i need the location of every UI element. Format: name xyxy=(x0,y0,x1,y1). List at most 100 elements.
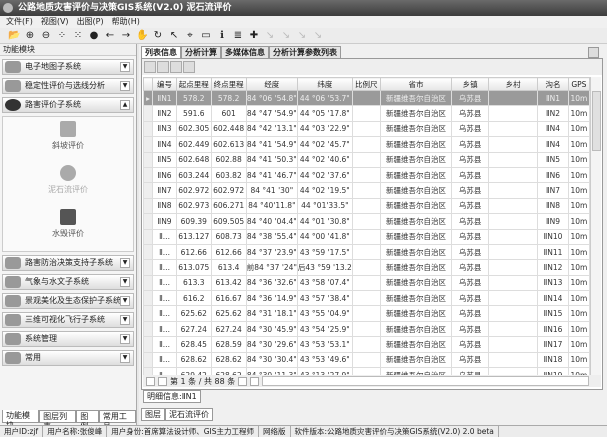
table-cell[interactable]: Ⅱ... xyxy=(151,228,178,245)
table-cell[interactable] xyxy=(351,367,381,375)
table-cell[interactable]: 43 °57 '38.4" xyxy=(296,290,353,307)
tab-analysis-params[interactable]: 分析计算参数列表 xyxy=(269,46,341,58)
row-indicator[interactable] xyxy=(143,213,153,230)
column-header[interactable]: 起点里程 xyxy=(176,77,212,91)
table-cell[interactable] xyxy=(351,351,381,369)
table-cell[interactable]: Ⅱ... xyxy=(151,305,178,322)
table-cell[interactable] xyxy=(488,367,539,375)
table-cell[interactable]: 578.2 xyxy=(176,89,212,107)
table-cell[interactable] xyxy=(488,274,539,292)
table-cell[interactable]: 84 °37 '23.9" xyxy=(245,243,298,261)
row-indicator[interactable] xyxy=(143,228,153,245)
row-indicator[interactable] xyxy=(143,305,153,322)
identify-icon[interactable]: ⌖ xyxy=(184,30,196,41)
table-cell[interactable]: 613.4 xyxy=(210,259,247,276)
table-cell[interactable]: 10m xyxy=(567,166,590,184)
table-cell[interactable] xyxy=(351,305,381,322)
table-cell[interactable]: 591.6 xyxy=(176,105,212,122)
table-cell[interactable]: 10m xyxy=(567,259,590,276)
item-water-damage-evaluation[interactable]: 水毁评价 xyxy=(3,205,133,249)
tab-layer-list[interactable]: 图层列表 xyxy=(39,410,77,431)
edit-tool-icon[interactable]: ↘ xyxy=(312,30,324,41)
table-cell[interactable]: 602.972 xyxy=(176,182,212,199)
table-cell[interactable] xyxy=(351,336,381,353)
table-cell[interactable]: 44 °01 '30.8" xyxy=(296,213,353,230)
table-cell[interactable]: 625.62 xyxy=(176,305,212,322)
table-cell[interactable] xyxy=(488,120,539,138)
table-row[interactable]: Ⅱ... 628.62 628.62 84 °30 '30.4" 43 °53 '49.… xyxy=(143,351,590,369)
table-cell[interactable]: 602.648 xyxy=(176,151,212,168)
column-header[interactable]: 省市 xyxy=(379,77,453,91)
table-cell[interactable]: ⅡN1 xyxy=(537,89,569,107)
table-cell[interactable]: 84 °30 '30.4" xyxy=(245,351,298,369)
table-cell[interactable]: 乌苏县 xyxy=(451,228,490,245)
table-cell[interactable]: 608.73 xyxy=(210,228,247,245)
row-indicator[interactable] xyxy=(143,290,153,307)
table-cell[interactable]: 乌苏县 xyxy=(451,105,490,122)
table-cell[interactable]: 84 °41 '46.7" xyxy=(245,166,298,184)
row-indicator[interactable]: ▸ xyxy=(143,89,153,107)
table-cell[interactable]: ⅡN2 xyxy=(151,105,178,122)
table-cell[interactable]: Ⅱ... xyxy=(151,367,178,375)
chevron-down-icon[interactable]: ▼ xyxy=(120,334,130,344)
table-cell[interactable]: 乌苏县 xyxy=(451,367,490,375)
tab-list-info[interactable]: 列表信息 xyxy=(141,46,181,58)
row-indicator[interactable] xyxy=(143,367,153,375)
prev-page-button[interactable] xyxy=(158,376,167,386)
excel-export-icon[interactable] xyxy=(170,61,182,73)
table-cell[interactable]: 10m xyxy=(567,151,590,168)
section-4[interactable]: 系统管理 ▼ xyxy=(2,331,134,347)
column-header[interactable]: 经度 xyxy=(245,77,298,91)
table-cell[interactable] xyxy=(488,105,539,122)
table-cell[interactable]: 10m xyxy=(567,305,590,322)
table-cell[interactable]: Ⅱ... xyxy=(151,274,178,292)
column-header[interactable] xyxy=(143,77,153,91)
table-cell[interactable]: 44 °00 '41.8" xyxy=(296,228,353,245)
table-cell[interactable] xyxy=(488,151,539,168)
chevron-down-icon[interactable]: ▼ xyxy=(120,277,130,287)
table-cell[interactable]: ⅡN7 xyxy=(537,182,569,199)
zoom-in-icon[interactable]: ⊕ xyxy=(24,30,36,41)
table-cell[interactable] xyxy=(351,290,381,307)
table-cell[interactable]: 602.972 xyxy=(210,182,247,199)
refresh-icon[interactable]: ↻ xyxy=(152,30,164,41)
table-cell[interactable]: 606.271 xyxy=(210,197,247,215)
table-cell[interactable]: 新疆维吾尔自治区 xyxy=(379,290,453,307)
table-cell[interactable]: ⅡN11 xyxy=(537,243,569,261)
column-header[interactable]: GPS xyxy=(567,77,590,91)
table-cell[interactable]: 新疆维吾尔自治区 xyxy=(379,197,453,215)
menu-file[interactable]: 文件(F) xyxy=(6,17,33,26)
row-indicator[interactable] xyxy=(143,182,153,199)
settings-icon[interactable] xyxy=(183,61,195,73)
table-cell[interactable]: 10m xyxy=(567,290,590,307)
table-cell[interactable]: 609.505 xyxy=(210,213,247,230)
table-cell[interactable]: 乌苏县 xyxy=(451,182,490,199)
table-cell[interactable]: 44 °02 '45.7" xyxy=(296,136,353,153)
table-cell[interactable] xyxy=(351,105,381,122)
tab-legend[interactable]: 图例 xyxy=(76,410,99,431)
table-cell[interactable]: 10m xyxy=(567,228,590,245)
table-cell[interactable]: 新疆维吾尔自治区 xyxy=(379,166,453,184)
table-cell[interactable]: 新疆维吾尔自治区 xyxy=(379,228,453,245)
table-cell[interactable]: Ⅱ... xyxy=(151,290,178,307)
table-cell[interactable]: 603.244 xyxy=(176,166,212,184)
table-cell[interactable]: ⅡN4 xyxy=(537,136,569,153)
table-cell[interactable]: ⅡN19 xyxy=(537,367,569,375)
table-cell[interactable]: ⅡN9 xyxy=(537,213,569,230)
table-cell[interactable]: 乌苏县 xyxy=(451,136,490,153)
zoom-out-icon[interactable]: ⊖ xyxy=(40,30,52,41)
table-cell[interactable]: 616.2 xyxy=(176,290,212,307)
table-cell[interactable]: 612.66 xyxy=(176,243,212,261)
table-cell[interactable]: Ⅱ... xyxy=(151,243,178,261)
table-cell[interactable]: 新疆维吾尔自治区 xyxy=(379,320,453,338)
table-cell[interactable]: ⅡN5 xyxy=(537,151,569,168)
table-cell[interactable]: 乌苏县 xyxy=(451,151,490,168)
add-icon[interactable]: ✚ xyxy=(248,30,260,41)
table-cell[interactable]: 84 °41 '30" xyxy=(245,182,298,199)
section-2[interactable]: 景观美化及生态保护子系统 ▼ xyxy=(2,293,134,309)
table-cell[interactable]: 613.42 xyxy=(210,274,247,292)
table-cell[interactable]: 乌苏县 xyxy=(451,351,490,369)
table-cell[interactable] xyxy=(488,213,539,230)
table-row[interactable]: Ⅱ... 625.62 625.62 84 °31 '18.1" 43 °55 '04.… xyxy=(143,305,590,322)
table-cell[interactable] xyxy=(351,213,381,230)
